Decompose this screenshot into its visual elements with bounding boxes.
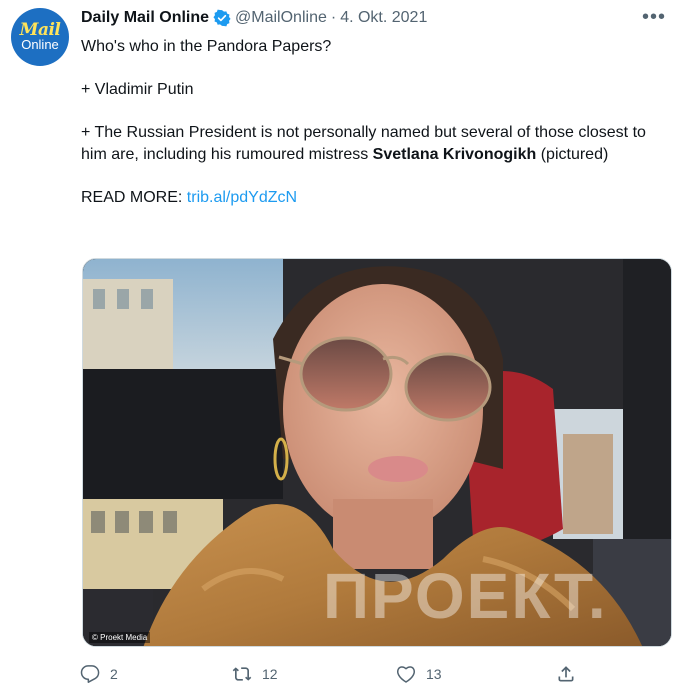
like-count: 13 <box>426 666 442 682</box>
like-button[interactable]: 13 <box>396 662 442 686</box>
verified-badge-icon <box>213 9 231 27</box>
media-watermark: ПРОЕКТ. <box>323 560 608 632</box>
retweet-icon <box>232 667 252 681</box>
highlighted-name: Svetlana Krivonogikh <box>372 145 537 163</box>
tweet-line-putin: + Vladimir Putin <box>81 81 194 98</box>
photo-credit: © Proekt Media <box>89 632 151 643</box>
avatar-logo-mail: Mail <box>19 20 61 40</box>
header-separator: · <box>330 9 337 26</box>
retweet-count: 12 <box>262 666 278 682</box>
read-more-link[interactable]: trib.al/pdYdZcN <box>187 189 297 206</box>
reply-icon <box>80 665 100 683</box>
tweet-text: Who's who in the Pandora Papers? + Vladi… <box>81 36 666 208</box>
read-more-line: READ MORE: trib.al/pdYdZcN <box>81 187 666 209</box>
tweet-header: Daily Mail Online @MailOnline · 4. Okt. … <box>81 8 427 28</box>
more-options-icon[interactable]: ••• <box>642 6 666 29</box>
description-suffix: (pictured) <box>536 145 609 163</box>
author-name[interactable]: Daily Mail Online <box>81 9 209 27</box>
tweet-date[interactable]: 4. Okt. 2021 <box>340 9 427 27</box>
tweet-line-headline: Who's who in the Pandora Papers? <box>81 38 332 55</box>
share-icon <box>558 666 574 682</box>
retweet-button[interactable]: 12 <box>232 662 278 686</box>
tweet-media-image[interactable]: ПРОЕКТ. © Proekt Media <box>82 258 672 647</box>
reply-count: 2 <box>110 666 118 682</box>
reply-button[interactable]: 2 <box>80 662 118 686</box>
avatar-logo-online: Online <box>21 37 59 52</box>
share-button[interactable] <box>556 662 576 686</box>
tweet-card[interactable]: Mail Online Daily Mail Online @MailOnlin… <box>0 0 680 692</box>
heart-icon <box>397 666 415 683</box>
avatar[interactable]: Mail Online <box>11 8 69 66</box>
read-more-label: READ MORE: <box>81 188 187 206</box>
tweet-actions: 2 12 13 <box>80 662 600 688</box>
author-handle[interactable]: @MailOnline <box>235 9 327 27</box>
tweet-line-description: + The Russian President is not personall… <box>81 122 666 165</box>
